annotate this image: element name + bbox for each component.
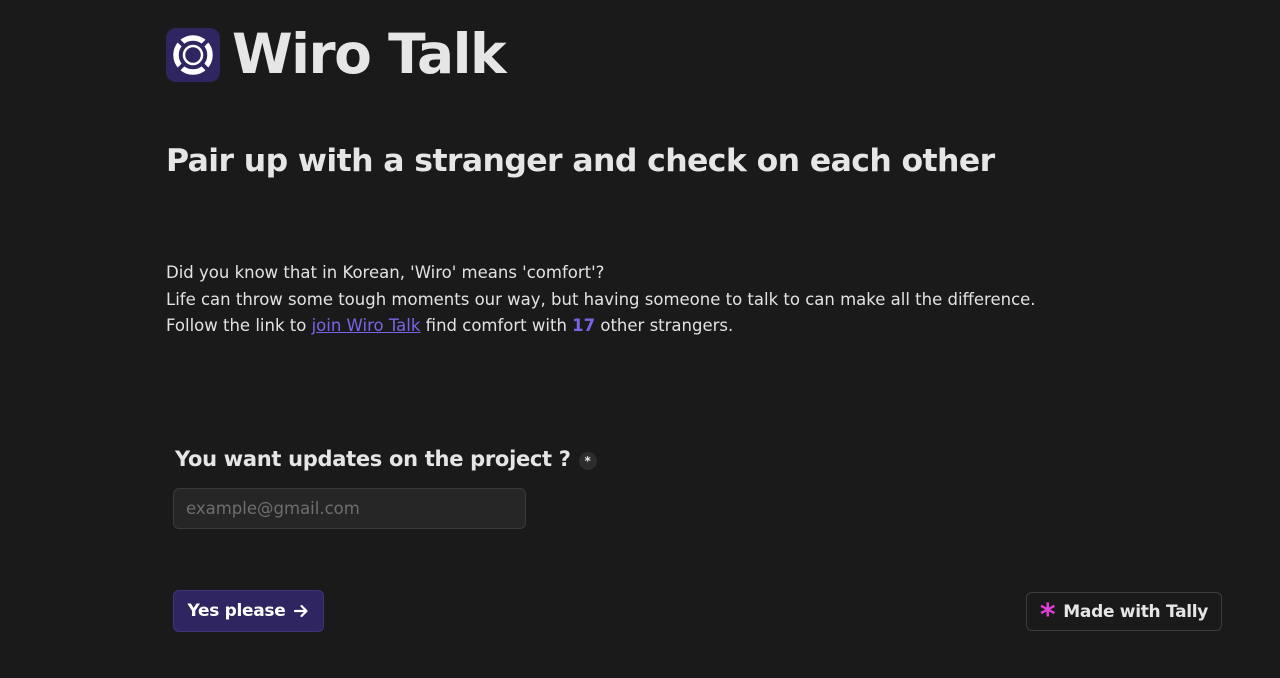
intro-line-3-end: other strangers. [595,316,734,335]
required-asterisk-icon: * [578,451,597,470]
intro-line-3-middle: find comfort with [420,316,573,335]
page-title: Pair up with a stranger and check on eac… [166,143,995,179]
join-wiro-talk-link[interactable]: join Wiro Talk [312,316,421,335]
form-page: Wiro Talk Pair up with a stranger and ch… [0,0,1280,678]
arrow-right-icon [294,604,309,618]
question-label: You want updates on the project ? [175,447,571,471]
tally-asterisk-icon: * [1039,597,1056,633]
brand-header: Wiro Talk [166,22,507,86]
intro-line-3-start: Follow the link to [166,316,312,335]
brand-title: Wiro Talk [232,22,507,86]
yes-please-button[interactable]: Yes please [173,590,324,632]
intro-line-2: Life can throw some tough moments our wa… [166,289,1036,309]
made-with-tally-label: Made with Tally [1063,601,1209,622]
intro-text: Did you know that in Korean, 'Wiro' mean… [166,260,1036,340]
email-field[interactable] [173,488,526,529]
intro-line-1: Did you know that in Korean, 'Wiro' mean… [166,263,605,282]
intro-line-3: Follow the link to join Wiro Talk find c… [166,313,1036,340]
yes-please-label: Yes please [187,601,286,621]
question-label-row: You want updates on the project ? * [175,447,597,471]
made-with-tally-badge[interactable]: * Made with Tally [1026,592,1222,631]
lifebuoy-icon [173,34,213,75]
logo [166,27,220,82]
stranger-count: 17 [572,316,596,335]
